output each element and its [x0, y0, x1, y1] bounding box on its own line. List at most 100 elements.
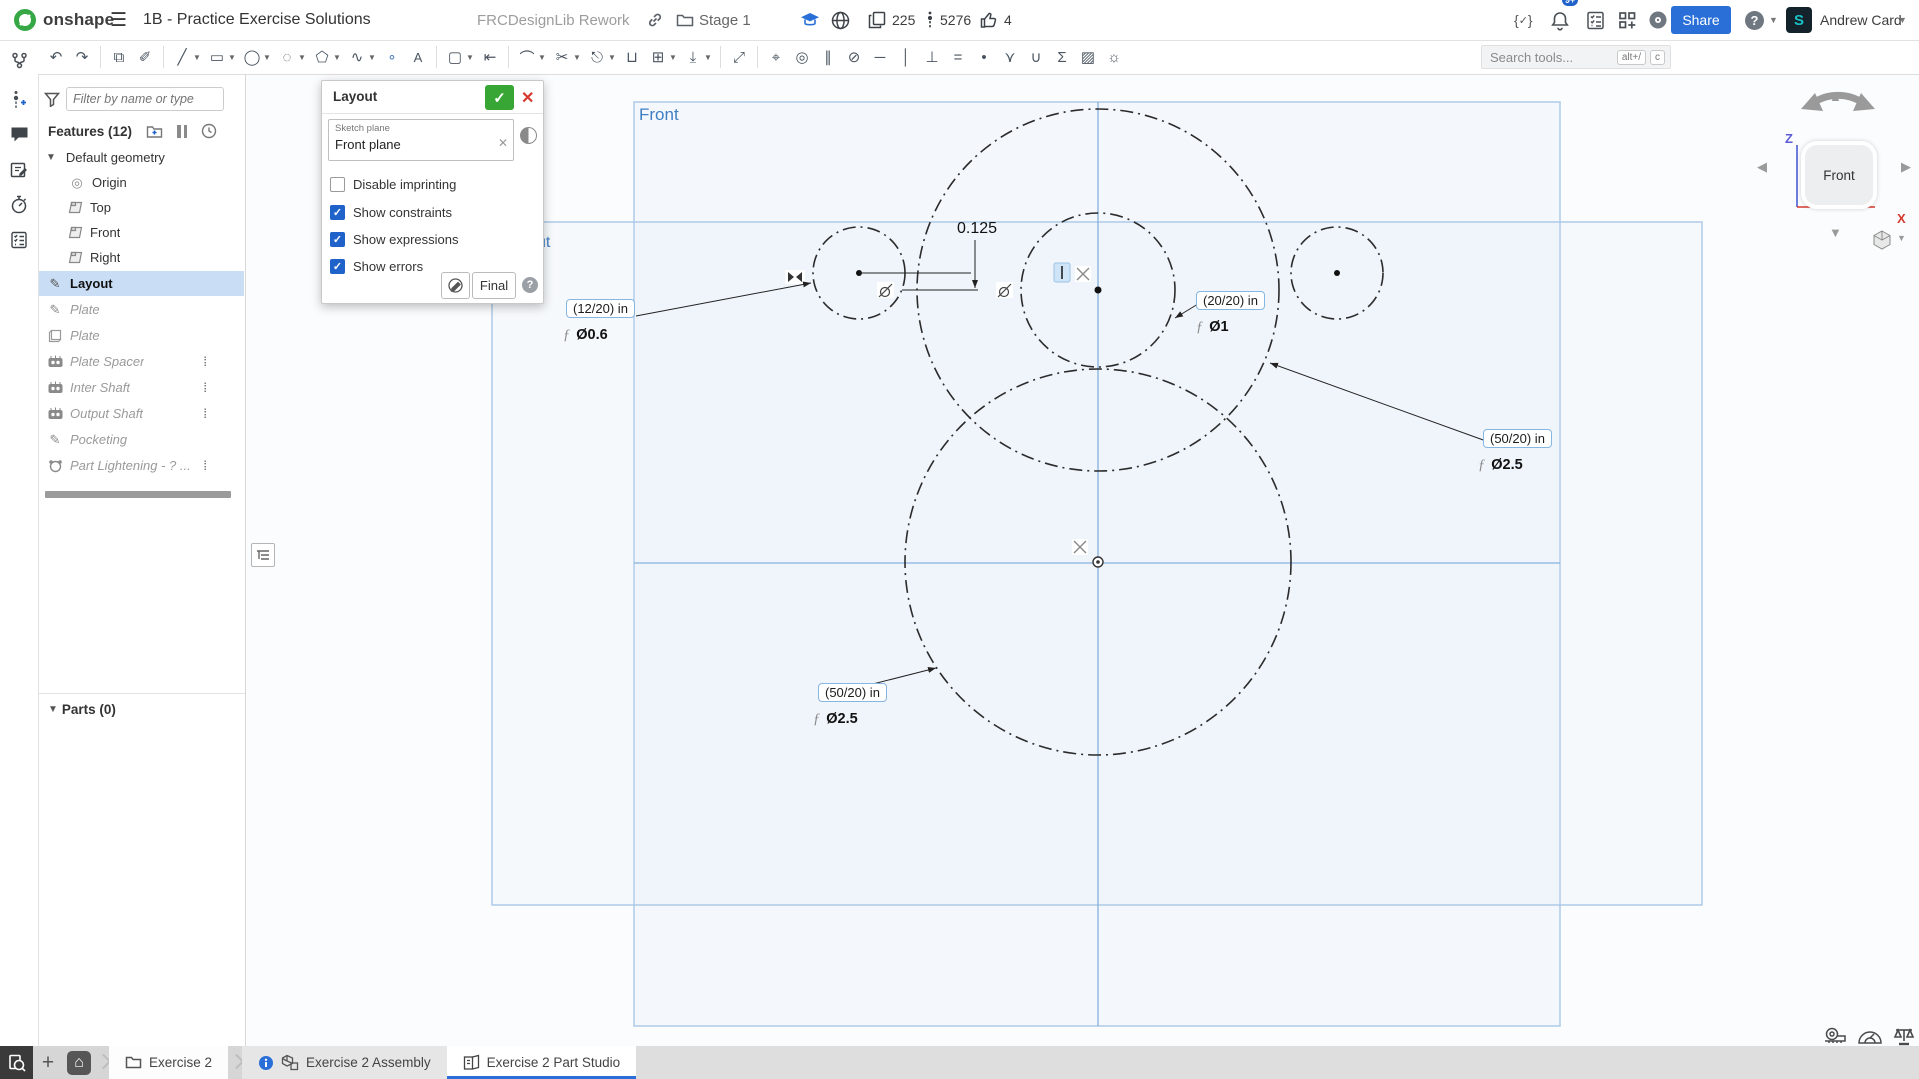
feature-menu-dots-icon[interactable]: ⁞ — [203, 458, 206, 473]
cancel-icon[interactable]: ✕ — [521, 88, 534, 108]
tree-item-plate-extrude[interactable]: Plate — [38, 323, 244, 348]
add-folder-icon[interactable] — [146, 124, 163, 139]
dim-expression-20-20[interactable]: (20/20) in — [1196, 291, 1265, 310]
checkbox-disable-imprinting[interactable]: Disable imprinting — [330, 177, 456, 192]
pierce-constraint-icon[interactable] — [1075, 266, 1091, 282]
circle-tool-icon[interactable]: ◯ — [240, 45, 264, 69]
construction-toggle-icon[interactable]: ▨ — [1076, 45, 1100, 69]
import-dxf-caret[interactable]: ▼ — [704, 53, 714, 62]
coincident-constraint-icon[interactable]: ⌖ — [764, 45, 788, 69]
slot-tool-icon[interactable]: ▢ — [443, 45, 467, 69]
commit-button[interactable]: ✓ — [485, 85, 514, 110]
notifications-bell-icon[interactable]: 9+ — [1550, 0, 1570, 40]
tree-item-right-plane[interactable]: Right — [38, 245, 244, 270]
line-tool-icon[interactable]: ╱ — [170, 45, 194, 69]
filter-input[interactable] — [66, 87, 224, 111]
dim-expression-50-20-right[interactable]: (50/20) in — [1483, 429, 1552, 448]
trim-tool-icon[interactable]: ✂ — [550, 45, 574, 69]
dimension-tool-icon[interactable]: ⤢ — [727, 45, 751, 69]
checkbox-show-expressions[interactable]: ✓ Show expressions — [330, 232, 459, 247]
tree-item-front-plane[interactable]: Front — [38, 220, 244, 245]
copy-sheet-icon[interactable]: ⧉ — [107, 45, 131, 69]
feature-menu-dots-icon[interactable]: ⁞ — [203, 354, 206, 369]
search-tools-box[interactable]: Search tools... alt+/ c — [1481, 45, 1671, 69]
pattern-constraint-icon[interactable]: Σ — [1050, 45, 1074, 69]
tree-item-origin[interactable]: ◎ Origin — [38, 170, 244, 195]
fix-constraint-icon[interactable]: ☼ — [1102, 45, 1126, 69]
sketch-plane-field[interactable]: Sketch plane Front plane ✕ — [328, 119, 514, 161]
polygon-tool-icon[interactable]: ⬠ — [310, 45, 334, 69]
parts-section-header[interactable]: ▼ Parts (0) — [48, 702, 245, 717]
construction-circle-tool-icon[interactable]: ◌ — [275, 45, 299, 69]
ai-assistant-icon[interactable] — [1648, 0, 1668, 40]
feature-flyout-handle[interactable] — [251, 543, 275, 567]
tangent-constraint-icon[interactable] — [877, 282, 894, 298]
vertical-constraint-icon[interactable]: │ — [894, 45, 918, 69]
checkbox-checked-icon[interactable]: ✓ — [330, 259, 345, 274]
chevron-down-icon[interactable]: ▼ — [46, 152, 56, 163]
isometric-cube-icon[interactable] — [1871, 229, 1893, 251]
rectangle-tool-caret[interactable]: ▼ — [228, 53, 238, 62]
symmetric-constraint-icon[interactable]: ⋎ — [998, 45, 1022, 69]
undo-icon[interactable]: ↶ — [44, 45, 68, 69]
stamp-icon[interactable]: ✐ — [133, 45, 157, 69]
trim-tool-caret[interactable]: ▼ — [573, 53, 583, 62]
comment-icon[interactable] — [7, 122, 31, 146]
versions-icon[interactable] — [7, 48, 31, 72]
text-tool-icon[interactable]: A — [406, 45, 430, 69]
tree-item-top-plane[interactable]: Top — [38, 195, 244, 220]
tree-item-inter-shaft[interactable]: Inter Shaft ⁞ — [38, 375, 244, 400]
feature-history-icon[interactable] — [201, 123, 217, 139]
equal-constraint-icon[interactable]: = — [946, 45, 970, 69]
vertical-constraint-badge[interactable] — [1054, 263, 1070, 282]
tasks-icon[interactable] — [1586, 0, 1605, 40]
offset-tool-icon[interactable]: ⎋ — [585, 45, 609, 69]
tree-item-plate-sketch[interactable]: ✎ Plate — [38, 297, 244, 322]
pattern-tool-caret[interactable]: ▼ — [669, 53, 679, 62]
rectangle-tool-icon[interactable]: ▭ — [205, 45, 229, 69]
import-dxf-icon[interactable]: ⤓ — [681, 45, 705, 69]
insert-follow-icon[interactable] — [7, 88, 31, 112]
edit-notes-icon[interactable] — [7, 158, 31, 182]
view-cube-face-front[interactable]: Front — [1801, 141, 1877, 209]
workspace-name[interactable]: FRCDesignLib Rework — [477, 0, 630, 40]
clear-selection-icon[interactable]: ✕ — [498, 136, 508, 150]
redo-icon[interactable]: ↷ — [70, 45, 94, 69]
protractor-icon[interactable] — [1857, 1027, 1883, 1045]
center-point[interactable] — [1334, 270, 1340, 276]
tab-search-button[interactable] — [0, 1046, 33, 1079]
hamburger-menu-icon[interactable]: ☰ — [110, 0, 127, 40]
avatar[interactable]: S — [1786, 7, 1812, 33]
fillet-tool-caret[interactable]: ▼ — [538, 53, 548, 62]
center-point[interactable] — [1095, 287, 1102, 294]
featurescript-icon[interactable]: {✓} — [1514, 0, 1533, 40]
line-tool-caret[interactable]: ▼ — [193, 53, 203, 62]
info-circle-icon[interactable] — [258, 1055, 274, 1071]
dim-value-1[interactable]: ƒØ1 — [1196, 319, 1229, 336]
user-name[interactable]: Andrew Card — [1820, 0, 1902, 40]
tab-exercise-2[interactable]: Exercise 2 — [109, 1046, 228, 1079]
use-project-tool-icon[interactable]: ⊔ — [620, 45, 644, 69]
polygon-tool-caret[interactable]: ▼ — [333, 53, 343, 62]
checkbox-checked-icon[interactable]: ✓ — [330, 232, 345, 247]
rollback-bar[interactable] — [45, 491, 231, 498]
dim-value-25-right[interactable]: ƒØ2.5 — [1478, 457, 1523, 474]
sketch-mode-button[interactable] — [441, 272, 470, 299]
tab-manager-home-button[interactable]: ⌂ — [63, 1046, 95, 1079]
checkbox-show-constraints[interactable]: ✓ Show constraints — [330, 205, 452, 220]
feature-time-icon[interactable] — [520, 127, 537, 144]
link-icon[interactable] — [646, 0, 664, 40]
offset-tool-caret[interactable]: ▼ — [608, 53, 618, 62]
midpoint-constraint-icon[interactable]: • — [972, 45, 996, 69]
spline-tool-icon[interactable]: ∿ — [345, 45, 369, 69]
thumbs-up-icon[interactable] — [980, 0, 998, 40]
dialog-help-icon[interactable]: ? — [522, 277, 538, 293]
tree-group-default-geometry[interactable]: ▼ Default geometry — [38, 145, 244, 170]
checklist-icon[interactable] — [7, 228, 31, 252]
pierce-constraint-icon[interactable] — [1072, 539, 1088, 555]
dim-expression-12-20[interactable]: (12/20) in — [566, 299, 635, 318]
tree-item-plate-spacer[interactable]: Plate Spacer ⁞ — [38, 349, 244, 374]
concentric-constraint-icon[interactable]: ◎ — [790, 45, 814, 69]
view-menu-caret-icon[interactable]: ▼ — [1897, 233, 1906, 243]
tangent-constraint-icon[interactable]: ⊘ — [842, 45, 866, 69]
